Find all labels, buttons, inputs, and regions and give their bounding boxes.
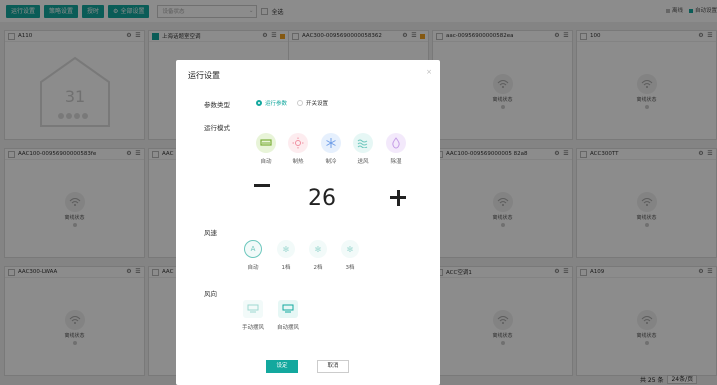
mode-auto[interactable]: 自动 bbox=[255, 133, 277, 165]
mode-heat[interactable]: 制热 bbox=[287, 133, 309, 165]
fan-icon: ✻ bbox=[341, 240, 359, 258]
mode-auto-label: 自动 bbox=[260, 159, 272, 165]
radio-switch-settings[interactable]: 开关设置 bbox=[297, 99, 328, 107]
fan-speed-label: 风速 bbox=[204, 229, 217, 237]
snowflake-icon bbox=[321, 133, 341, 153]
dialog-title: 运行设置 bbox=[188, 71, 220, 80]
auto-mode-icon bbox=[256, 133, 276, 153]
temp-decrease-button[interactable] bbox=[254, 184, 270, 187]
mode-fan-label: 送风 bbox=[357, 159, 369, 165]
radio-run-params[interactable]: 运行参数 bbox=[256, 99, 287, 107]
manual-swing-icon bbox=[243, 300, 263, 318]
mode-heat-label: 制热 bbox=[292, 159, 304, 165]
param-type-radio-group: 运行参数 开关设置 bbox=[256, 99, 328, 107]
swing-label: 风向 bbox=[204, 290, 217, 298]
auto-fan-icon: A bbox=[244, 240, 262, 258]
auto-swing-icon bbox=[278, 300, 298, 318]
sun-icon bbox=[288, 133, 308, 153]
wind-icon bbox=[353, 133, 373, 153]
radio-selected-icon bbox=[256, 100, 262, 106]
param-type-label: 参数类型 bbox=[204, 101, 230, 109]
run-settings-dialog: 运行设置 × 参数类型 运行参数 开关设置 运行模式 自动 制热 制冷 送风 除… bbox=[176, 60, 440, 385]
cancel-button[interactable]: 取消 bbox=[317, 360, 349, 373]
droplet-icon bbox=[386, 133, 406, 153]
swing-manual[interactable]: 手动摆风 bbox=[236, 300, 270, 331]
fan-speed-1[interactable]: ✻ 1档 bbox=[275, 240, 297, 271]
radio-switch-settings-label: 开关设置 bbox=[306, 101, 329, 107]
fan-icon: ✻ bbox=[277, 240, 295, 258]
fan-speed-auto-label: 自动 bbox=[247, 265, 259, 271]
fan-speed-auto[interactable]: A 自动 bbox=[242, 240, 264, 271]
swing-auto[interactable]: 自动摆风 bbox=[271, 300, 305, 331]
radio-run-params-label: 运行参数 bbox=[265, 101, 288, 107]
mode-dry-label: 除湿 bbox=[390, 159, 402, 165]
fan-speed-3-label: 3档 bbox=[345, 265, 355, 271]
run-mode-label: 运行模式 bbox=[204, 124, 230, 132]
mode-dry[interactable]: 除湿 bbox=[385, 133, 407, 165]
close-icon[interactable]: × bbox=[426, 68, 432, 76]
mode-fan[interactable]: 送风 bbox=[352, 133, 374, 165]
fan-icon: ✻ bbox=[309, 240, 327, 258]
fan-speed-2[interactable]: ✻ 2档 bbox=[307, 240, 329, 271]
mode-cool[interactable]: 制冷 bbox=[320, 133, 342, 165]
confirm-button[interactable]: 设定 bbox=[266, 360, 298, 373]
mode-cool-label: 制冷 bbox=[325, 159, 337, 165]
radio-unselected-icon bbox=[297, 100, 304, 106]
fan-speed-3[interactable]: ✻ 3档 bbox=[339, 240, 361, 271]
fan-speed-2-label: 2档 bbox=[313, 265, 323, 271]
temperature-value: 26 bbox=[308, 186, 336, 211]
swing-manual-label: 手动摆风 bbox=[241, 325, 264, 331]
fan-speed-1-label: 1档 bbox=[281, 265, 291, 271]
swing-auto-label: 自动摆风 bbox=[276, 325, 299, 331]
